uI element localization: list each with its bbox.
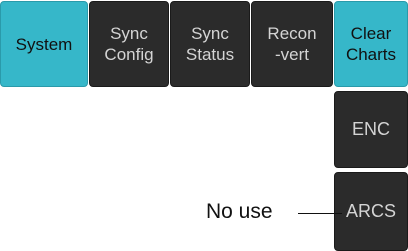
tab-sync-config[interactable]: Sync Config [89,1,169,87]
arcs-button[interactable]: ARCS [334,172,408,251]
tab-reconvert-label-line2: -vert [274,45,309,64]
clear-charts-label-line2: Charts [345,45,397,64]
enc-label: ENC [351,119,390,139]
tab-reconvert-label-line1: Recon [267,24,317,43]
arcs-label: ARCS [345,201,396,221]
clear-charts-button[interactable]: Clear Charts [334,1,408,87]
enc-button[interactable]: ENC [334,91,408,168]
tab-sync-config-label-line1: Sync [110,24,148,43]
tab-system-label: System [15,34,73,54]
clear-charts-label-line1: Clear [350,24,392,43]
no-use-callout-line [298,213,342,214]
tab-reconvert[interactable]: Recon -vert [251,1,333,87]
tab-sync-status-label-line2: Status [185,45,235,64]
tab-sync-status-label-line1: Sync [191,24,229,43]
tab-system[interactable]: System [0,1,88,87]
tab-sync-config-label-line2: Config [104,45,154,64]
no-use-callout-label: No use [206,200,273,223]
tab-sync-status[interactable]: Sync Status [170,1,250,87]
